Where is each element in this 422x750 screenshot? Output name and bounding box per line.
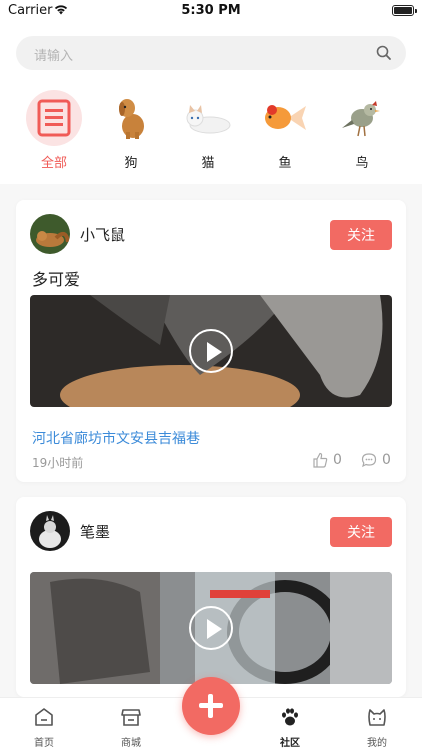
bird-icon [342,101,380,137]
nav-label: 社区 [280,738,300,749]
nav-item-home[interactable]: 首页 [14,706,74,749]
avatar-image [30,214,70,254]
dog-icon [119,99,144,139]
category-bird[interactable]: 鸟 [332,90,392,171]
category-label: 狗 [124,156,138,171]
status-bar: Carrier 5:30 PM [0,0,422,24]
avatar[interactable] [30,214,70,254]
video-thumbnail[interactable] [30,572,392,684]
comment-icon [361,453,377,468]
nav-label: 首页 [34,738,54,749]
nav-item-store[interactable]: 商城 [101,706,161,749]
nav-item-mine[interactable]: 我的 [347,706,407,749]
category-label: 鱼 [278,156,292,171]
like-button[interactable]: 0 [312,452,342,468]
comment-button[interactable]: 0 [361,452,391,468]
category-all[interactable]: 全部 [24,90,84,171]
category-dog[interactable]: 狗 [101,90,161,171]
post-time: 19小时前 [32,456,84,470]
category-dog-circle [103,90,159,146]
cat-icon [186,105,231,134]
top-area: 请输入 全部 狗 猫 鱼 鸟 [0,24,422,184]
category-fish-circle [257,90,313,146]
user-name[interactable]: 笔墨 [80,521,110,542]
add-post-button[interactable] [182,677,240,735]
paw-icon [282,708,298,726]
user-name[interactable]: 小飞鼠 [80,224,125,245]
follow-button[interactable]: 关注 [330,517,392,547]
search-input[interactable]: 请输入 [16,36,406,70]
category-label: 全部 [40,156,67,171]
cat-face-icon [368,709,386,726]
category-label: 猫 [201,156,215,171]
location-link[interactable]: 河北省廊坊市文安县吉福巷 [32,428,200,448]
post-card[interactable]: 笔墨 关注 [16,497,406,697]
store-icon [121,709,141,726]
like-count: 0 [333,452,342,468]
search-icon[interactable] [376,45,392,61]
status-time: 5:30 PM [181,3,241,18]
fish-icon [265,105,306,130]
thumbs-up-icon [313,452,328,468]
nav-item-community[interactable]: 社区 [260,706,320,749]
nav-label: 我的 [367,738,387,749]
search-placeholder: 请输入 [34,49,74,64]
category-all-circle [26,90,82,146]
list-document-icon [37,99,71,137]
category-cat-circle [180,90,236,146]
post-card[interactable]: 小飞鼠 关注 多可爱 河北省廊坊市文安县吉福巷 19小时前 0 0 [16,200,406,482]
category-bird-circle [334,90,390,146]
avatar-image [30,511,70,551]
play-icon[interactable] [189,606,233,650]
avatar[interactable] [30,511,70,551]
home-icon [35,708,53,726]
comment-count: 0 [382,452,391,468]
nav-label: 商城 [121,738,141,749]
follow-button[interactable]: 关注 [330,220,392,250]
battery-icon [392,5,417,16]
video-thumbnail[interactable] [30,295,392,407]
category-cat[interactable]: 猫 [178,90,238,171]
post-text: 多可爱 [32,270,81,289]
category-fish[interactable]: 鱼 [255,90,315,171]
play-icon[interactable] [189,329,233,373]
category-label: 鸟 [355,156,369,171]
